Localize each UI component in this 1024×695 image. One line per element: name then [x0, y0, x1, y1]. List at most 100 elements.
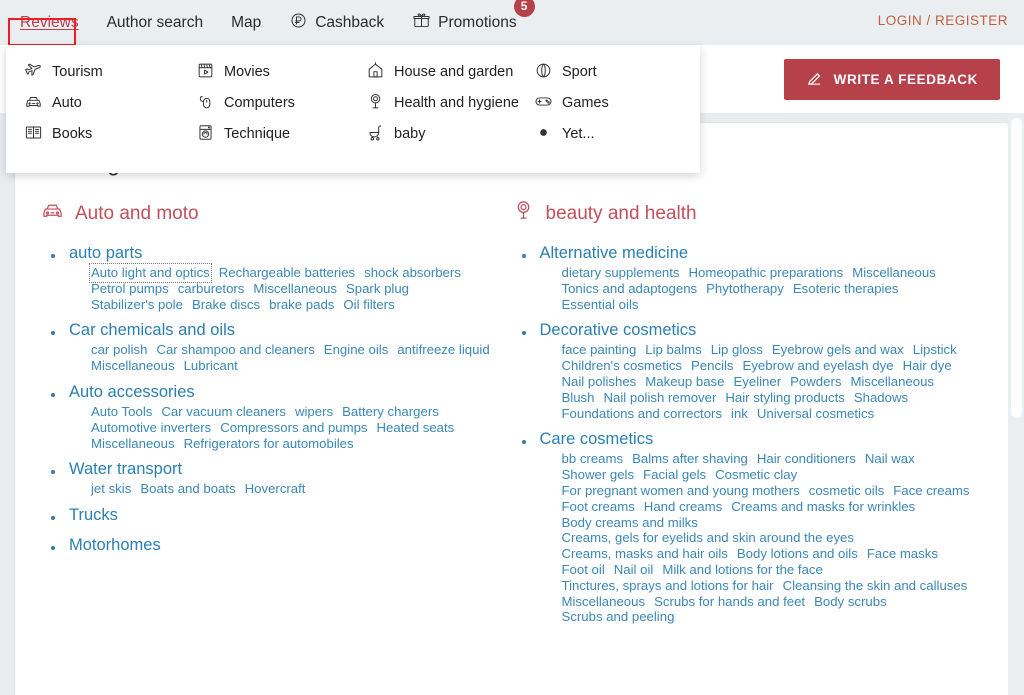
subcategory-link[interactable]: Miscellaneous — [253, 281, 337, 297]
subcategory-link[interactable]: Tonics and adaptogens — [562, 281, 698, 297]
nav-item-reviews[interactable]: Reviews — [6, 8, 93, 46]
dropdown-item-computers[interactable]: Computers — [196, 92, 366, 114]
subcategory-link[interactable]: Hovercraft — [245, 481, 306, 497]
subcategory-link[interactable]: Eyeliner — [733, 374, 781, 390]
subcategory-link[interactable]: Esoteric therapies — [793, 281, 899, 297]
subcategory-link[interactable]: Pencils — [691, 358, 734, 374]
subcategory-link[interactable]: Stabilizer's pole — [91, 297, 183, 313]
subcategory-link[interactable]: Nail oil — [614, 562, 654, 578]
subcategory-link[interactable]: wipers — [295, 404, 333, 420]
subcategory-link[interactable]: car polish — [91, 342, 147, 358]
subcategory-link[interactable]: Hair dye — [903, 358, 952, 374]
subcategory-link[interactable]: Miscellaneous — [850, 374, 934, 390]
nav-item-author-search[interactable]: Author search — [93, 8, 218, 38]
subcategory-link[interactable]: Universal cosmetics — [757, 406, 874, 422]
subcategory-link[interactable]: Miscellaneous — [562, 594, 646, 610]
subcategory-link[interactable]: ink — [731, 406, 748, 422]
subcategory-link[interactable]: Shower gels — [562, 467, 635, 483]
subcategory-link[interactable]: Car shampoo and cleaners — [156, 342, 314, 358]
scrollbar-thumb[interactable] — [1011, 118, 1022, 418]
subcategory-link[interactable]: Nail polishes — [562, 374, 637, 390]
subcategory-link[interactable]: Nail polish remover — [604, 390, 717, 406]
subcategory-link[interactable]: Oil filters — [343, 297, 394, 313]
subcategory-link[interactable]: Auto light and optics — [89, 263, 212, 283]
subcategory-link[interactable]: Scrubs for hands and feet — [654, 594, 805, 610]
subcategory-link[interactable]: Milk and lotions for the face — [662, 562, 823, 578]
dropdown-item-books[interactable]: Books — [24, 123, 196, 145]
category-heading-auto-and-moto[interactable]: Auto and moto — [41, 199, 512, 228]
subcategory-link[interactable]: Hair conditioners — [757, 451, 856, 467]
subcategory-link[interactable]: Shadows — [854, 390, 908, 406]
subcategory-link[interactable]: Automotive inverters — [91, 420, 211, 436]
nav-item-cashback[interactable]: Cashback — [275, 5, 398, 41]
group-title[interactable]: Water transport — [69, 460, 182, 479]
subcategory-link[interactable]: Essential oils — [562, 297, 639, 313]
subcategory-link[interactable]: Creams, gels for eyelids and skin around… — [562, 530, 854, 546]
subcategory-link[interactable]: Facial gels — [643, 467, 706, 483]
subcategory-link[interactable]: Hair styling products — [725, 390, 844, 406]
subcategory-link[interactable]: Body lotions and oils — [737, 546, 858, 562]
subcategory-link[interactable]: Phytotherapy — [706, 281, 784, 297]
subcategory-link[interactable]: Nail wax — [865, 451, 915, 467]
dropdown-item-auto[interactable]: Auto — [24, 92, 196, 114]
dropdown-item-technique[interactable]: Technique — [196, 123, 366, 145]
subcategory-link[interactable]: Refrigerators for automobiles — [184, 436, 354, 452]
subcategory-link[interactable]: dietary supplements — [562, 265, 680, 281]
subcategory-link[interactable]: Body scrubs — [814, 594, 887, 610]
subcategory-link[interactable]: Body creams and milks — [562, 515, 698, 531]
subcategory-link[interactable]: Rechargeable batteries — [219, 265, 355, 281]
subcategory-link[interactable]: Scrubs and peeling — [562, 609, 675, 625]
subcategory-link[interactable]: Car vacuum cleaners — [161, 404, 286, 420]
subcategory-link[interactable]: Engine oils — [324, 342, 389, 358]
group-title[interactable]: Care cosmetics — [540, 430, 654, 449]
subcategory-link[interactable]: antifreeze liquid — [397, 342, 489, 358]
group-title[interactable]: Trucks — [69, 506, 118, 525]
subcategory-link[interactable]: jet skis — [91, 481, 131, 497]
subcategory-link[interactable]: Tinctures, sprays and lotions for hair — [562, 578, 774, 594]
subcategory-link[interactable]: Creams and masks for wrinkles — [731, 499, 915, 515]
subcategory-link[interactable]: Hand creams — [644, 499, 722, 515]
subcategory-link[interactable]: Petrol pumps — [91, 281, 169, 297]
subcategory-link[interactable]: Eyebrow and eyelash dye — [743, 358, 894, 374]
subcategory-link[interactable]: cosmetic oils — [809, 483, 884, 499]
category-heading-beauty-and-health[interactable]: beauty and health — [512, 199, 983, 228]
subcategory-link[interactable]: Lubricant — [184, 358, 238, 374]
subcategory-link[interactable]: face painting — [562, 342, 637, 358]
subcategory-link[interactable]: Heated seats — [377, 420, 455, 436]
subcategory-link[interactable]: Powders — [790, 374, 841, 390]
dropdown-item-yet-[interactable]: Yet... — [534, 123, 684, 145]
group-title[interactable]: Alternative medicine — [540, 244, 689, 263]
group-title[interactable]: Car chemicals and oils — [69, 321, 235, 340]
dropdown-item-movies[interactable]: Movies — [196, 61, 366, 83]
group-title[interactable]: Auto accessories — [69, 383, 195, 402]
subcategory-link[interactable]: Lip balms — [645, 342, 701, 358]
subcategory-link[interactable]: Compressors and pumps — [220, 420, 367, 436]
subcategory-link[interactable]: Cosmetic clay — [715, 467, 797, 483]
nav-item-map[interactable]: Map — [217, 8, 275, 38]
subcategory-link[interactable]: Homeopathic preparations — [689, 265, 844, 281]
group-title[interactable]: auto parts — [69, 244, 142, 263]
nav-item-promotions[interactable]: Promotions 5 — [398, 0, 535, 41]
subcategory-link[interactable]: Balms after shaving — [632, 451, 748, 467]
subcategory-link[interactable]: brake pads — [269, 297, 334, 313]
subcategory-link[interactable]: Creams, masks and hair oils — [562, 546, 728, 562]
subcategory-link[interactable]: Spark plug — [346, 281, 409, 297]
dropdown-item-house-and-garden[interactable]: House and garden — [366, 61, 534, 83]
subcategory-link[interactable]: Foot creams — [562, 499, 635, 515]
group-title[interactable]: Motorhomes — [69, 536, 161, 555]
subcategory-link[interactable]: Cleansing the skin and calluses — [783, 578, 968, 594]
subcategory-link[interactable]: bb creams — [562, 451, 624, 467]
subcategory-link[interactable]: Foot oil — [562, 562, 605, 578]
subcategory-link[interactable]: Eyebrow gels and wax — [772, 342, 904, 358]
subcategory-link[interactable]: Brake discs — [192, 297, 260, 313]
subcategory-link[interactable]: Battery chargers — [342, 404, 439, 420]
subcategory-link[interactable]: Face masks — [867, 546, 938, 562]
write-feedback-button[interactable]: WRITE A FEEDBACK — [783, 59, 1000, 100]
subcategory-link[interactable]: Foundations and correctors — [562, 406, 723, 422]
subcategory-link[interactable]: Makeup base — [645, 374, 724, 390]
subcategory-link[interactable]: Lipstick — [913, 342, 957, 358]
dropdown-item-tourism[interactable]: Tourism — [24, 61, 196, 83]
subcategory-link[interactable]: For pregnant women and young mothers — [562, 483, 800, 499]
group-title[interactable]: Decorative cosmetics — [540, 321, 697, 340]
subcategory-link[interactable]: Lip gloss — [711, 342, 763, 358]
